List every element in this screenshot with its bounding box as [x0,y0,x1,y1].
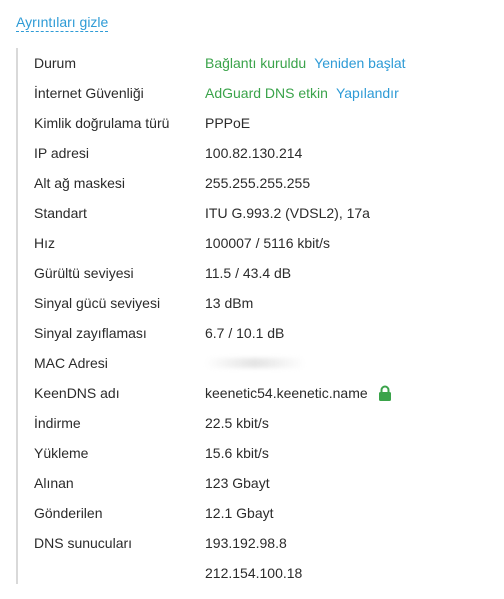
mac-address-value-redacted [205,358,305,368]
row-auth-type: Kimlik doğrulama türü PPPoE [18,108,488,138]
auth-type-label: Kimlik doğrulama türü [34,115,170,131]
noise-level-value: 11.5 / 43.4 dB [205,265,292,281]
row-dns-servers: DNS sunucuları 193.192.98.8 [18,528,488,558]
attenuation-value: 6.7 / 10.1 dB [205,325,285,341]
row-keendns: KeenDNS adı keenetic54.keenetic.name [18,378,488,408]
row-status: Durum Bağlantı kuruldu Yeniden başlat [18,48,488,78]
row-download: İndirme 22.5 kbit/s [18,408,488,438]
speed-value: 100007 / 5116 kbit/s [205,235,331,251]
signal-strength-value: 13 dBm [205,295,254,311]
row-subnet-mask: Alt ağ maskesi 255.255.255.255 [18,168,488,198]
row-upload: Yükleme 15.6 kbit/s [18,438,488,468]
noise-level-label: Gürültü seviyesi [34,265,134,281]
row-standard: Standart ITU G.993.2 (VDSL2), 17a [18,198,488,228]
attenuation-label: Sinyal zayıflaması [34,325,147,341]
ip-address-value: 100.82.130.214 [205,145,303,161]
row-sent: Gönderilen 12.1 Gbayt [18,498,488,528]
keendns-label: KeenDNS adı [34,385,120,401]
row-speed: Hız 100007 / 5116 kbit/s [18,228,488,258]
received-label: Alınan [34,475,74,491]
internet-security-value: AdGuard DNS etkin [205,85,328,101]
download-label: İndirme [34,415,81,431]
upload-label: Yükleme [34,445,89,461]
standard-label: Standart [34,205,87,221]
row-mac-address: MAC Adresi [18,348,488,378]
configure-link[interactable]: Yapılandır [336,85,399,101]
row-signal-strength: Sinyal gücü seviyesi 13 dBm [18,288,488,318]
restart-link[interactable]: Yeniden başlat [314,55,405,71]
speed-label: Hız [34,235,55,251]
signal-strength-label: Sinyal gücü seviyesi [34,295,161,311]
lock-icon [378,385,392,401]
upload-value: 15.6 kbit/s [205,445,269,461]
internet-security-label: İnternet Güvenliği [34,85,144,101]
status-value: Bağlantı kuruldu [205,55,307,71]
ip-address-label: IP adresi [34,145,89,161]
mac-address-label: MAC Adresi [34,355,108,371]
row-received: Alınan 123 Gbayt [18,468,488,498]
hide-details-link[interactable]: Ayrıntıları gizle [16,13,109,32]
download-value: 22.5 kbit/s [205,415,269,431]
row-ip-address: IP adresi 100.82.130.214 [18,138,488,168]
dns-servers-label: DNS sunucuları [34,535,133,551]
status-label: Durum [34,55,77,71]
dns-server-2-value: 212.154.100.18 [205,565,303,581]
row-attenuation: Sinyal zayıflaması 6.7 / 10.1 dB [18,318,488,348]
subnet-mask-value: 255.255.255.255 [205,175,311,191]
standard-value: ITU G.993.2 (VDSL2), 17a [205,205,370,221]
auth-type-value: PPPoE [205,115,251,131]
subnet-mask-label: Alt ağ maskesi [34,175,126,191]
keendns-value: keenetic54.keenetic.name [205,385,368,401]
row-dns-servers-2: 212.154.100.18 [18,558,488,588]
sent-label: Gönderilen [34,505,103,521]
row-internet-security: İnternet Güvenliği AdGuard DNS etkin Yap… [18,78,488,108]
connection-details-panel: Durum Bağlantı kuruldu Yeniden başlat İn… [16,48,488,584]
sent-value: 12.1 Gbayt [205,505,274,521]
dns-server-1-value: 193.192.98.8 [205,535,287,551]
received-value: 123 Gbayt [205,475,270,491]
row-noise-level: Gürültü seviyesi 11.5 / 43.4 dB [18,258,488,288]
